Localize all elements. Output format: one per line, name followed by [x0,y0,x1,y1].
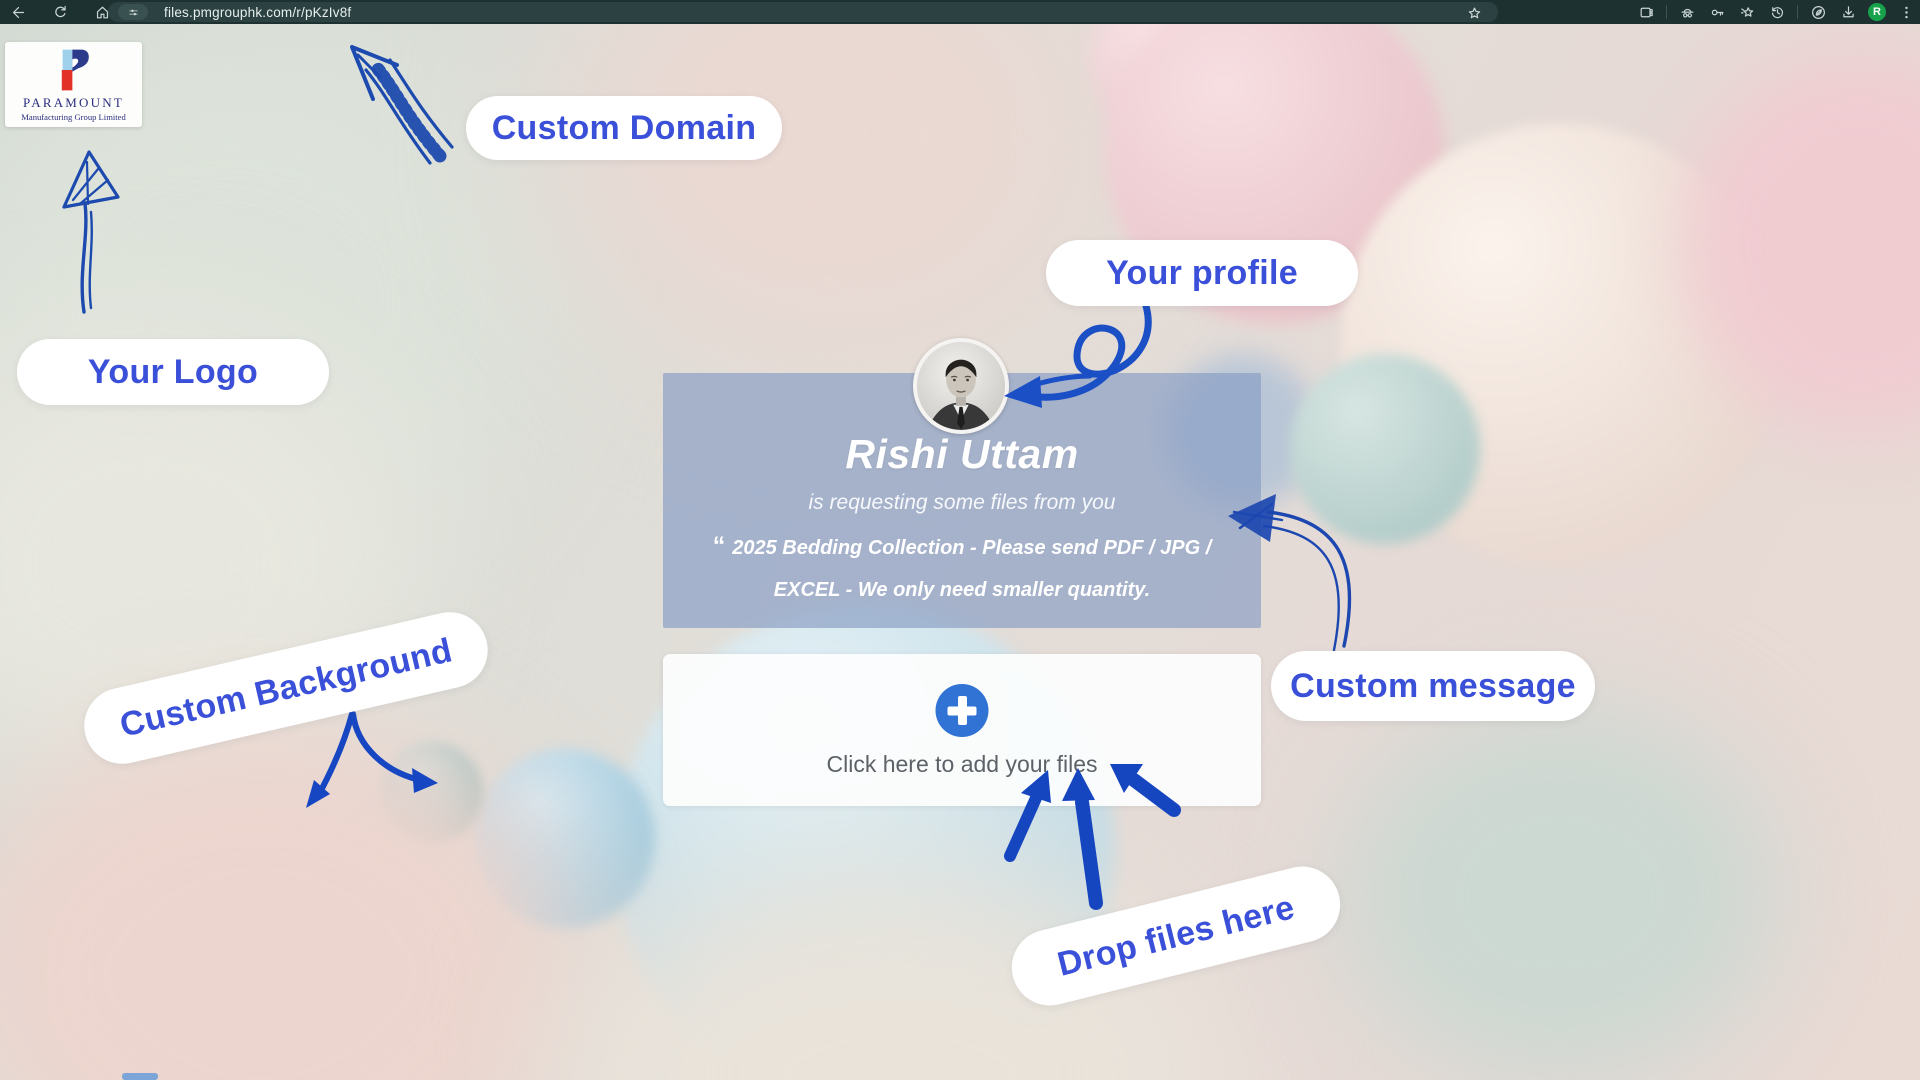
progress-dot-artifact [122,1073,158,1080]
sphere-teal [1290,354,1480,544]
energy-saver-icon[interactable] [1808,2,1828,22]
browser-toolbar: files.pmgrouphk.com/r/pKzIv8f [0,0,1920,24]
fog-pink-bottom [0,714,580,1080]
fog-teal-right [1340,704,1780,1080]
file-upload-dropzone[interactable]: Click here to add your files [663,654,1261,806]
downloads-icon[interactable] [1838,2,1858,22]
starburst-icon[interactable] [1737,2,1757,22]
annotation-custom-message: Custom message [1271,651,1595,721]
toolbar-divider [1666,5,1667,19]
annotation-label: Your Logo [88,353,258,392]
paramount-logo-mark [57,48,91,92]
company-logo: PARAMOUNT Manufacturing Group Limited [5,42,142,127]
incognito-icon[interactable] [1677,2,1697,22]
annotation-label: Your profile [1106,254,1298,293]
site-settings-icon[interactable] [118,4,148,20]
annotation-custom-domain: Custom Domain [466,96,782,160]
message-line-1: 2025 Bedding Collection - Please send PD… [732,537,1211,559]
logo-subtitle: Manufacturing Group Limited [21,112,126,122]
screenshot-root: files.pmgrouphk.com/r/pKzIv8f [0,0,1920,1080]
toolbar-divider [1797,5,1798,19]
cloud-shape [560,24,1100,364]
requester-name: Rishi Uttam [663,431,1261,478]
quote-mark: “ [713,532,726,560]
annotation-your-profile: Your profile [1046,240,1358,306]
address-bar[interactable]: files.pmgrouphk.com/r/pKzIv8f [108,2,1498,22]
add-files-plus-icon[interactable] [936,684,989,737]
annotation-label: Custom Domain [492,109,757,148]
dropzone-label: Click here to add your files [663,751,1261,778]
browser-profile-avatar[interactable]: R [1868,3,1886,21]
annotation-your-logo: Your Logo [17,339,329,405]
message-line-2: EXCEL - We only need smaller quantity. [774,579,1150,601]
bookmark-star-icon[interactable] [1464,3,1484,23]
url-text[interactable]: files.pmgrouphk.com/r/pKzIv8f [164,5,351,20]
back-icon[interactable] [8,2,28,22]
menu-kebab-icon[interactable] [1896,2,1916,22]
profile-avatar [913,338,1009,434]
request-subtitle: is requesting some files from you [663,491,1261,515]
extensions-icon[interactable] [1636,2,1656,22]
reload-icon[interactable] [50,2,70,22]
logo-title: PARAMOUNT [23,95,124,111]
custom-message-text: “ 2025 Bedding Collection - Please send P… [663,525,1261,611]
password-key-icon[interactable] [1707,2,1727,22]
annotation-label: Custom message [1290,667,1576,706]
history-icon[interactable] [1767,2,1787,22]
